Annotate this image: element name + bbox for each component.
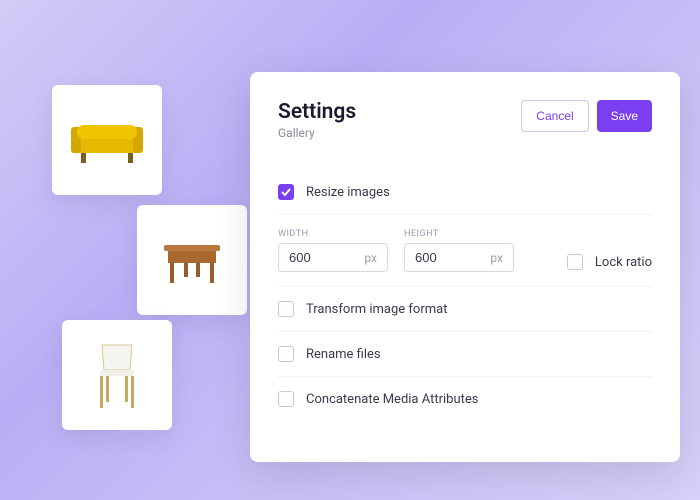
chair-icon — [82, 335, 152, 415]
page-title: Settings — [278, 100, 356, 124]
height-input[interactable] — [415, 250, 465, 265]
width-label: WIDTH — [278, 229, 388, 239]
concatenate-attrs-checkbox[interactable] — [278, 391, 294, 407]
height-unit: px — [490, 251, 503, 265]
height-group: HEIGHT px — [404, 229, 514, 272]
lock-ratio-checkbox[interactable] — [567, 254, 583, 270]
lock-ratio-group: Lock ratio — [567, 254, 652, 272]
thumbnail-table[interactable] — [137, 205, 247, 315]
height-label: HEIGHT — [404, 229, 514, 239]
transform-format-checkbox[interactable] — [278, 301, 294, 317]
concatenate-attrs-label: Concatenate Media Attributes — [306, 392, 479, 407]
resize-images-label: Resize images — [306, 185, 390, 200]
check-icon — [281, 187, 291, 197]
rename-files-row: Rename files — [278, 332, 652, 377]
sofa-icon — [67, 115, 147, 165]
width-input-wrap[interactable]: px — [278, 243, 388, 272]
header-actions: Cancel Save — [521, 100, 652, 132]
settings-panel: Settings Gallery Cancel Save Resize imag… — [250, 72, 680, 462]
thumbnail-chair[interactable] — [62, 320, 172, 430]
resize-images-checkbox[interactable] — [278, 184, 294, 200]
concatenate-attrs-row: Concatenate Media Attributes — [278, 377, 652, 421]
dimensions-row: WIDTH px HEIGHT px Lock ratio — [278, 215, 652, 287]
rename-files-label: Rename files — [306, 347, 381, 362]
page-subtitle: Gallery — [278, 126, 356, 140]
width-unit: px — [364, 251, 377, 265]
cancel-button[interactable]: Cancel — [521, 100, 588, 132]
height-input-wrap[interactable]: px — [404, 243, 514, 272]
transform-format-row: Transform image format — [278, 287, 652, 332]
thumbnail-sofa[interactable] — [52, 85, 162, 195]
width-group: WIDTH px — [278, 229, 388, 272]
resize-images-row: Resize images — [278, 170, 652, 215]
width-input[interactable] — [289, 250, 339, 265]
settings-titles: Settings Gallery — [278, 100, 356, 140]
table-icon — [152, 230, 232, 290]
rename-files-checkbox[interactable] — [278, 346, 294, 362]
lock-ratio-label: Lock ratio — [595, 255, 652, 270]
save-button[interactable]: Save — [597, 100, 652, 132]
settings-header: Settings Gallery Cancel Save — [278, 100, 652, 140]
transform-format-label: Transform image format — [306, 302, 447, 317]
